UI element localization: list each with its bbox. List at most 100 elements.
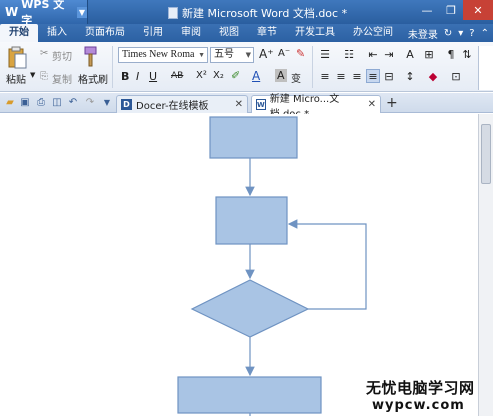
subscript-button[interactable]: X₂ xyxy=(213,70,224,81)
paste-label[interactable]: 粘贴 xyxy=(6,71,26,86)
align-left-icon[interactable]: ≡ xyxy=(318,69,332,83)
tab-new-document[interactable]: W 新建 Micro...文档.doc * ✕ xyxy=(251,94,381,120)
tab-view[interactable]: 视图 xyxy=(210,24,248,42)
title-bar: W WPS 文字 ▼ 新建 Microsoft Word 文档.doc * — … xyxy=(0,0,493,27)
italic-button[interactable]: I xyxy=(136,70,139,83)
phonetic-guide-button[interactable]: 变 xyxy=(291,70,301,85)
print-preview-icon[interactable]: ◫ xyxy=(51,96,63,108)
styles-panel-edge xyxy=(478,46,493,90)
skin-icon[interactable]: ▾ xyxy=(458,28,463,39)
close-icon[interactable]: ✕ xyxy=(235,99,243,110)
tab-docer-templates[interactable]: D Docer-在线模板 ✕ xyxy=(116,95,248,113)
highlight-icon[interactable]: ✐ xyxy=(231,69,240,82)
redo-icon[interactable]: ↷ xyxy=(84,96,96,108)
docer-icon: D xyxy=(121,99,132,110)
quick-access-dropdown-icon[interactable]: ▼ xyxy=(101,96,113,108)
line-spacing-icon[interactable]: ↕ xyxy=(403,69,417,83)
refresh-icon[interactable]: ↻ xyxy=(444,28,452,39)
ribbon-divider xyxy=(112,46,113,88)
flowchart-process-box[interactable] xyxy=(177,376,322,414)
add-tab-button[interactable]: + xyxy=(386,95,398,111)
char-shading-button[interactable]: A xyxy=(275,69,287,82)
paste-dropdown-icon[interactable]: ▼ xyxy=(30,71,35,79)
chevron-down-icon: ▼ xyxy=(245,51,251,59)
bullets-icon[interactable]: ☰ xyxy=(318,47,332,61)
tab-insert[interactable]: 插入 xyxy=(38,24,76,42)
flowchart-loop-connector[interactable] xyxy=(287,219,367,310)
watermark-url: wypcw.com xyxy=(372,398,465,413)
font-name-value: Times New Roma xyxy=(122,49,195,60)
flowchart-process-box[interactable] xyxy=(215,196,288,245)
shrink-font-button[interactable]: A⁻ xyxy=(278,48,290,59)
print-icon[interactable]: ⎙ xyxy=(35,96,47,108)
font-color-button[interactable]: A xyxy=(252,69,260,83)
table-borders-icon[interactable]: ⊞ xyxy=(422,47,436,61)
tab-label: Docer-在线模板 xyxy=(136,101,209,112)
scrollbar-thumb[interactable] xyxy=(481,124,491,184)
ribbon-divider xyxy=(312,46,313,88)
clear-format-icon[interactable]: ✎ xyxy=(296,47,305,60)
bold-button[interactable]: B xyxy=(121,70,129,83)
ribbon-toggle-icon[interactable]: ⌃ xyxy=(481,28,489,39)
copy-icon[interactable]: ⎘ xyxy=(40,71,48,82)
document-tab-bar: ▰ ▣ ⎙ ◫ ↶ ↷ ▼ D Docer-在线模板 ✕ W 新建 Micro.… xyxy=(0,93,493,120)
word-doc-icon: W xyxy=(256,99,266,110)
document-icon xyxy=(168,7,178,19)
maximize-button[interactable]: ❐ xyxy=(439,0,463,20)
tab-sections[interactable]: 章节 xyxy=(248,24,286,42)
borders-icon[interactable]: ⊡ xyxy=(449,69,463,83)
flowchart-decision-diamond[interactable] xyxy=(190,279,310,338)
font-name-select[interactable]: Times New Roma ▼ xyxy=(118,47,208,63)
menu-bar: 开始 插入 页面布局 引用 审阅 视图 章节 开发工具 办公空间 未登录 ↻ ▾… xyxy=(0,24,493,42)
tab-office-space[interactable]: 办公空间 xyxy=(344,24,402,42)
flowchart-process-box[interactable] xyxy=(209,116,298,159)
save-icon[interactable]: ▣ xyxy=(19,96,31,108)
font-size-select[interactable]: 五号 ▼ xyxy=(210,47,254,63)
chevron-down-icon: ▼ xyxy=(198,51,205,59)
shading-icon[interactable]: ◆ xyxy=(426,69,440,83)
distributed-icon[interactable]: ⊟ xyxy=(382,69,396,83)
show-hide-marks-icon[interactable]: ¶ xyxy=(444,47,458,61)
wps-logo-icon: W xyxy=(5,5,19,19)
tab-references[interactable]: 引用 xyxy=(134,24,172,42)
wps-writer-window: W WPS 文字 ▼ 新建 Microsoft Word 文档.doc * — … xyxy=(0,0,493,416)
tab-review[interactable]: 审阅 xyxy=(172,24,210,42)
superscript-button[interactable]: X² xyxy=(196,70,207,81)
font-size-value: 五号 xyxy=(214,49,234,60)
tab-home[interactable]: 开始 xyxy=(0,24,38,42)
open-folder-icon[interactable]: ▰ xyxy=(4,96,16,108)
undo-icon[interactable]: ↶ xyxy=(67,96,79,108)
menu-right-group: 未登录 ↻ ▾ ? ⌃ xyxy=(408,26,489,41)
cut-icon[interactable]: ✂ xyxy=(40,48,48,59)
underline-button[interactable]: U xyxy=(149,70,157,83)
tab-developer[interactable]: 开发工具 xyxy=(286,24,344,42)
chinese-layout-icon[interactable]: A xyxy=(403,47,417,61)
format-painter-label[interactable]: 格式刷 xyxy=(78,71,108,86)
vertical-scrollbar[interactable] xyxy=(478,114,493,416)
help-icon[interactable]: ? xyxy=(469,28,474,39)
justify-icon[interactable]: ≡ xyxy=(366,69,380,83)
ribbon-toolbar: 粘贴 ▼ ✂ 剪切 ⎘ 复制 格式刷 Times New Roma ▼ 五号 ▼… xyxy=(0,42,493,92)
increase-indent-icon[interactable]: ⇥ xyxy=(382,47,396,61)
window-controls: — ❐ ✕ xyxy=(415,0,493,20)
numbering-icon[interactable]: ☷ xyxy=(342,47,356,61)
app-menu-button[interactable]: W WPS 文字 ▼ xyxy=(0,0,88,27)
align-right-icon[interactable]: ≡ xyxy=(350,69,364,83)
tab-page-layout[interactable]: 页面布局 xyxy=(76,24,134,42)
close-icon[interactable]: ✕ xyxy=(368,99,376,110)
copy-label[interactable]: 复制 xyxy=(52,71,72,86)
decrease-indent-icon[interactable]: ⇤ xyxy=(366,47,380,61)
close-button[interactable]: ✕ xyxy=(463,0,493,20)
minimize-button[interactable]: — xyxy=(415,0,439,20)
format-painter-icon[interactable] xyxy=(82,46,98,68)
flowchart xyxy=(177,116,367,416)
chevron-down-icon: ▼ xyxy=(76,6,87,18)
watermark-text: 无忧电脑学习网 xyxy=(366,379,475,397)
strikethrough-button[interactable]: AB xyxy=(171,71,183,81)
grow-font-button[interactable]: A⁺ xyxy=(259,47,274,61)
align-center-icon[interactable]: ≡ xyxy=(334,69,348,83)
cut-label[interactable]: 剪切 xyxy=(52,48,72,63)
login-link[interactable]: 未登录 xyxy=(408,26,438,41)
sort-icon[interactable]: ⇅ xyxy=(460,47,474,61)
paste-icon[interactable] xyxy=(8,46,28,70)
